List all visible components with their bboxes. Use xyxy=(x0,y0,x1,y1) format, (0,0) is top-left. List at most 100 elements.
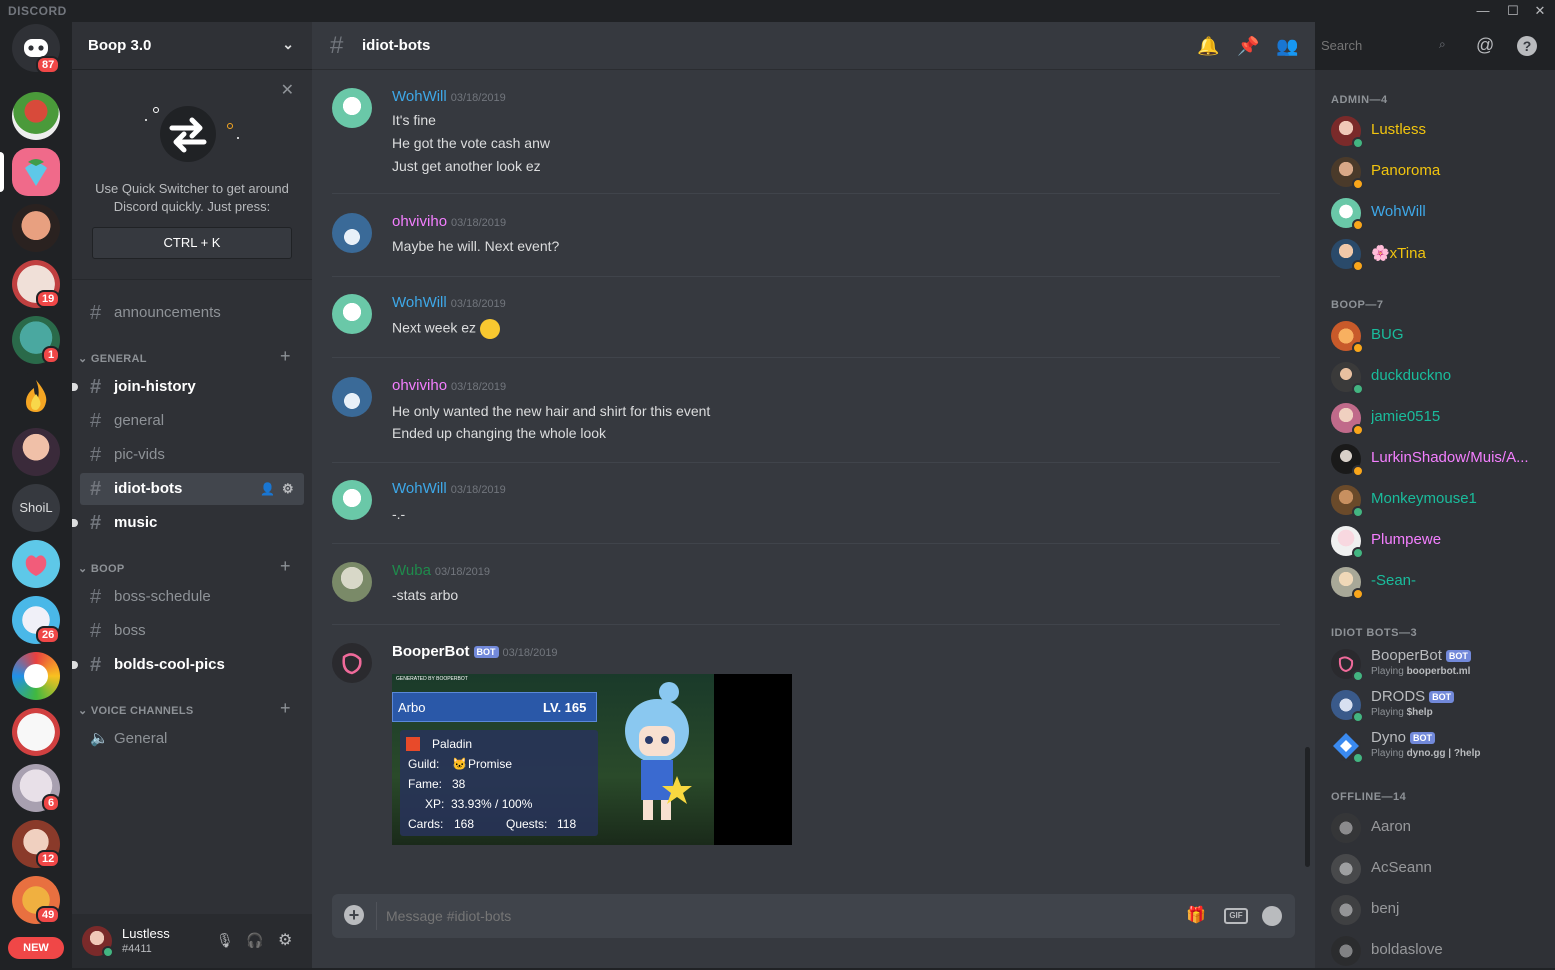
member-item[interactable]: 🌸xTina xyxy=(1331,233,1551,273)
pin-icon[interactable]: 📌 xyxy=(1237,36,1259,57)
channel-idiot-bots[interactable]: # idiot-bots 👤 ⚙ xyxy=(80,473,304,505)
avatar[interactable] xyxy=(332,88,372,128)
message-author[interactable]: WohWill 03/18/2019 xyxy=(392,480,506,497)
message-author[interactable]: WohWill 03/18/2019 xyxy=(392,88,506,105)
server-icon[interactable]: 1 xyxy=(12,316,61,364)
member-item[interactable]: LurkinShadow/Muis/A... xyxy=(1331,438,1551,478)
author-name[interactable]: ohviviho xyxy=(392,377,447,394)
server-icon[interactable]: 12 xyxy=(12,820,61,868)
author-name[interactable]: WohWill xyxy=(392,480,447,497)
member-item[interactable]: -Sean- xyxy=(1331,561,1551,601)
server-icon[interactable] xyxy=(12,428,60,476)
member-item[interactable]: AcSeann xyxy=(1331,848,1551,888)
voice-channel-general[interactable]: 🔈 General xyxy=(80,723,304,755)
member-item[interactable]: duckduckno xyxy=(1331,356,1551,396)
member-item[interactable]: Lustless xyxy=(1331,110,1551,150)
close-icon[interactable]: ✕ xyxy=(281,80,294,100)
server-icon[interactable]: 6 xyxy=(12,764,61,812)
server-icon[interactable]: 19 xyxy=(12,260,61,308)
divider xyxy=(332,193,1280,194)
emoji-picker-icon[interactable] xyxy=(1262,906,1282,926)
server-icon[interactable] xyxy=(12,92,60,140)
channel-pic-vids[interactable]: # pic-vids xyxy=(80,439,304,471)
member-item[interactable]: Panoroma xyxy=(1331,151,1551,191)
channel-boss-schedule[interactable]: # boss-schedule xyxy=(80,581,304,613)
fire-icon[interactable] xyxy=(12,372,60,420)
add-channel-icon[interactable]: + xyxy=(280,556,291,577)
server-header[interactable]: Boop 3.0 ⌄ xyxy=(72,22,312,70)
author-name[interactable]: WohWill xyxy=(392,88,447,105)
author-name[interactable]: ohviviho xyxy=(392,213,447,230)
gif-icon[interactable]: GIF xyxy=(1224,908,1248,924)
member-list-icon[interactable]: 👥 xyxy=(1276,36,1298,57)
avatar[interactable] xyxy=(332,562,372,602)
channel-join-history[interactable]: # join-history xyxy=(72,371,304,403)
channel-label: pic-vids xyxy=(114,446,165,463)
avatar[interactable] xyxy=(332,480,372,520)
message-author[interactable]: BooperBot BOT 03/18/2019 xyxy=(392,643,558,660)
server-icon[interactable] xyxy=(12,204,60,252)
author-name[interactable]: BooperBot xyxy=(392,643,470,660)
invite-icon[interactable]: 👤 xyxy=(260,473,275,505)
server-icon[interactable]: 26 xyxy=(12,596,61,644)
message-author[interactable]: ohviviho 03/18/2019 xyxy=(392,377,506,394)
member-item[interactable]: Aaron xyxy=(1331,807,1551,847)
member-item[interactable]: Monkeymouse1 xyxy=(1331,479,1551,519)
member-item[interactable]: boldaslove xyxy=(1331,930,1551,970)
server-icon[interactable] xyxy=(12,652,60,700)
notification-bell-icon[interactable]: 🔔 xyxy=(1197,36,1219,57)
channel-announcements[interactable]: # announcements xyxy=(80,297,304,329)
search-input[interactable] xyxy=(1321,37,1431,54)
close-button[interactable]: ✕ xyxy=(1527,2,1553,20)
discord-home-icon[interactable]: 87 xyxy=(12,24,61,74)
member-item[interactable]: Dyno BOT Playing dyno.gg | ?help xyxy=(1331,725,1551,765)
gear-icon[interactable]: ⚙ xyxy=(282,473,294,505)
scrollbar[interactable] xyxy=(1305,747,1310,867)
member-item[interactable]: WohWill xyxy=(1331,192,1551,232)
add-channel-icon[interactable]: + xyxy=(280,698,291,719)
upload-plus-icon[interactable]: + xyxy=(344,905,364,925)
message-author[interactable]: WohWill 03/18/2019 xyxy=(392,294,506,311)
channel-boss[interactable]: # boss xyxy=(80,615,304,647)
server-icon[interactable] xyxy=(12,708,60,756)
microphone-icon[interactable]: 🎙 xyxy=(216,932,234,949)
peach-server-icon[interactable] xyxy=(12,540,60,588)
avatar[interactable] xyxy=(332,294,372,334)
minimize-button[interactable]: — xyxy=(1470,2,1496,20)
message-input[interactable] xyxy=(386,904,1166,928)
member-item[interactable]: DRODS BOT Playing $help xyxy=(1331,684,1551,724)
stats-image-embed[interactable]: GENERATED BY BOOPERBOT Arbo LV. 165 Pala… xyxy=(392,674,792,845)
status-online-indicator xyxy=(1352,752,1364,764)
add-channel-icon[interactable]: + xyxy=(280,346,291,367)
category-voice[interactable]: ⌄ VOICE CHANNELS xyxy=(78,704,193,717)
message-author[interactable]: Wuba 03/18/2019 xyxy=(392,562,490,579)
gift-icon[interactable]: 🎁 xyxy=(1186,905,1206,925)
member-item[interactable]: jamie0515 xyxy=(1331,397,1551,437)
category-general[interactable]: ⌄ GENERAL xyxy=(78,352,147,365)
member-item[interactable]: BooperBot BOT Playing booperbot.ml xyxy=(1331,643,1551,683)
server-icon[interactable]: 49 xyxy=(12,876,61,924)
member-item[interactable]: BUG xyxy=(1331,315,1551,355)
channel-bolds-cool-pics[interactable]: # bolds-cool-pics xyxy=(72,649,304,681)
shoil-server-icon[interactable]: ShoiL xyxy=(12,484,60,532)
settings-gear-icon[interactable]: ⚙ xyxy=(278,930,292,950)
help-icon[interactable]: ? xyxy=(1517,36,1537,56)
avatar[interactable] xyxy=(332,377,372,417)
headphones-icon[interactable]: 🎧 xyxy=(246,932,263,949)
channel-music[interactable]: # music xyxy=(72,507,304,539)
search-box[interactable]: ⌕ xyxy=(1315,33,1459,58)
wink-emoji-icon[interactable] xyxy=(479,319,500,339)
avatar[interactable] xyxy=(332,213,372,253)
member-item[interactable]: benj xyxy=(1331,889,1551,929)
maximize-button[interactable]: ☐ xyxy=(1500,2,1526,20)
mentions-icon[interactable]: @ xyxy=(1476,35,1494,56)
avatar[interactable] xyxy=(332,643,372,683)
category-boop[interactable]: ⌄ BOOP xyxy=(78,562,124,575)
author-name[interactable]: Wuba xyxy=(392,562,431,579)
member-item[interactable]: Plumpewe xyxy=(1331,520,1551,560)
author-name[interactable]: WohWill xyxy=(392,294,447,311)
channel-general[interactable]: # general xyxy=(80,405,304,437)
boop-server-icon[interactable] xyxy=(12,148,60,196)
message-author[interactable]: ohviviho 03/18/2019 xyxy=(392,213,506,230)
new-unreads-badge[interactable]: NEW xyxy=(8,937,64,959)
